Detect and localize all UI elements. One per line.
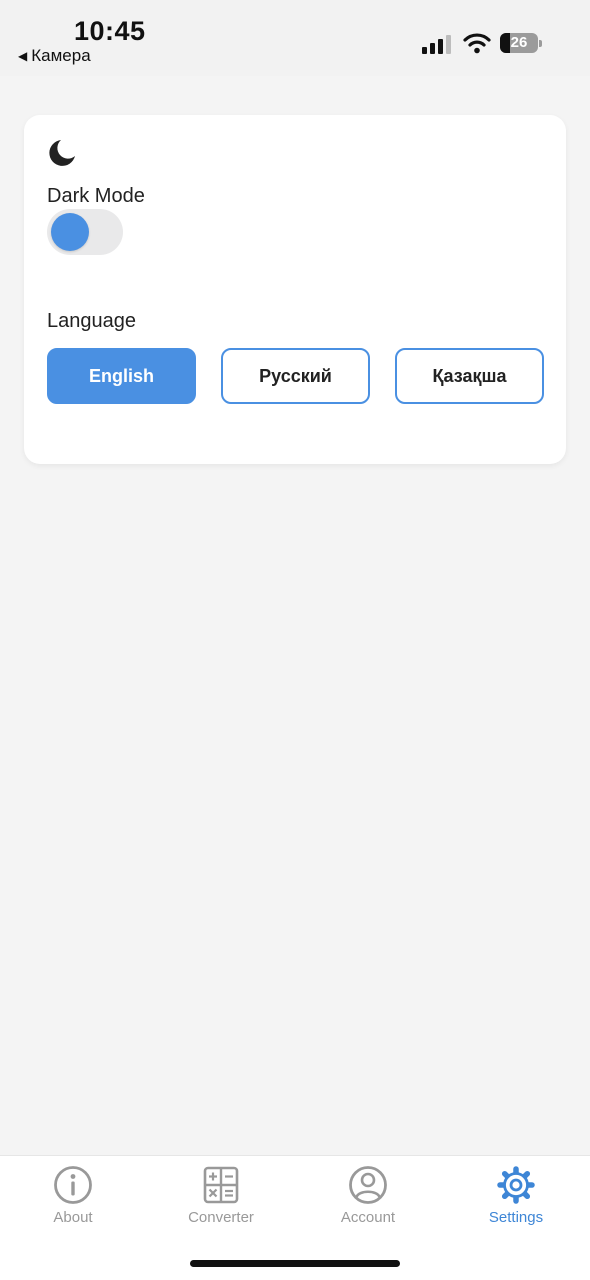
back-arrow-icon: ◀ xyxy=(18,49,28,63)
battery-icon: 26 xyxy=(500,33,538,53)
dark-mode-toggle[interactable] xyxy=(47,209,123,255)
user-icon xyxy=(349,1166,387,1204)
moon-icon xyxy=(49,140,75,166)
tab-account[interactable]: Account xyxy=(313,1164,423,1234)
toggle-knob xyxy=(51,213,89,251)
tab-settings[interactable]: Settings xyxy=(461,1164,571,1234)
back-to-app-link[interactable]: ◀ Камера xyxy=(18,46,91,66)
status-bar: 10:45 ◀ Камера 26 xyxy=(0,0,590,76)
language-english-button[interactable]: English xyxy=(47,348,196,404)
gear-icon xyxy=(497,1166,535,1204)
settings-card: Dark Mode Language English Русский Қазақ… xyxy=(24,115,566,464)
dark-mode-label: Dark Mode xyxy=(47,185,145,207)
battery-percent: 26 xyxy=(510,34,528,51)
language-russian-button[interactable]: Русский xyxy=(221,348,370,404)
tab-converter[interactable]: Converter xyxy=(166,1164,276,1234)
tab-settings-label: Settings xyxy=(488,1209,544,1226)
back-app-label: Камера xyxy=(31,46,91,65)
wifi-icon xyxy=(463,33,491,54)
tab-account-label: Account xyxy=(340,1209,396,1226)
language-label: Language xyxy=(47,310,136,332)
home-indicator xyxy=(190,1260,400,1267)
cellular-signal-icon xyxy=(422,35,451,54)
battery-cap xyxy=(539,40,542,47)
tab-about[interactable]: About xyxy=(18,1164,128,1234)
language-kazakh-button[interactable]: Қазақша xyxy=(395,348,544,404)
info-icon xyxy=(54,1166,92,1204)
tab-about-label: About xyxy=(53,1209,93,1226)
tab-converter-label: Converter xyxy=(188,1209,254,1226)
calculator-icon xyxy=(203,1166,239,1204)
status-time: 10:45 xyxy=(74,16,146,46)
